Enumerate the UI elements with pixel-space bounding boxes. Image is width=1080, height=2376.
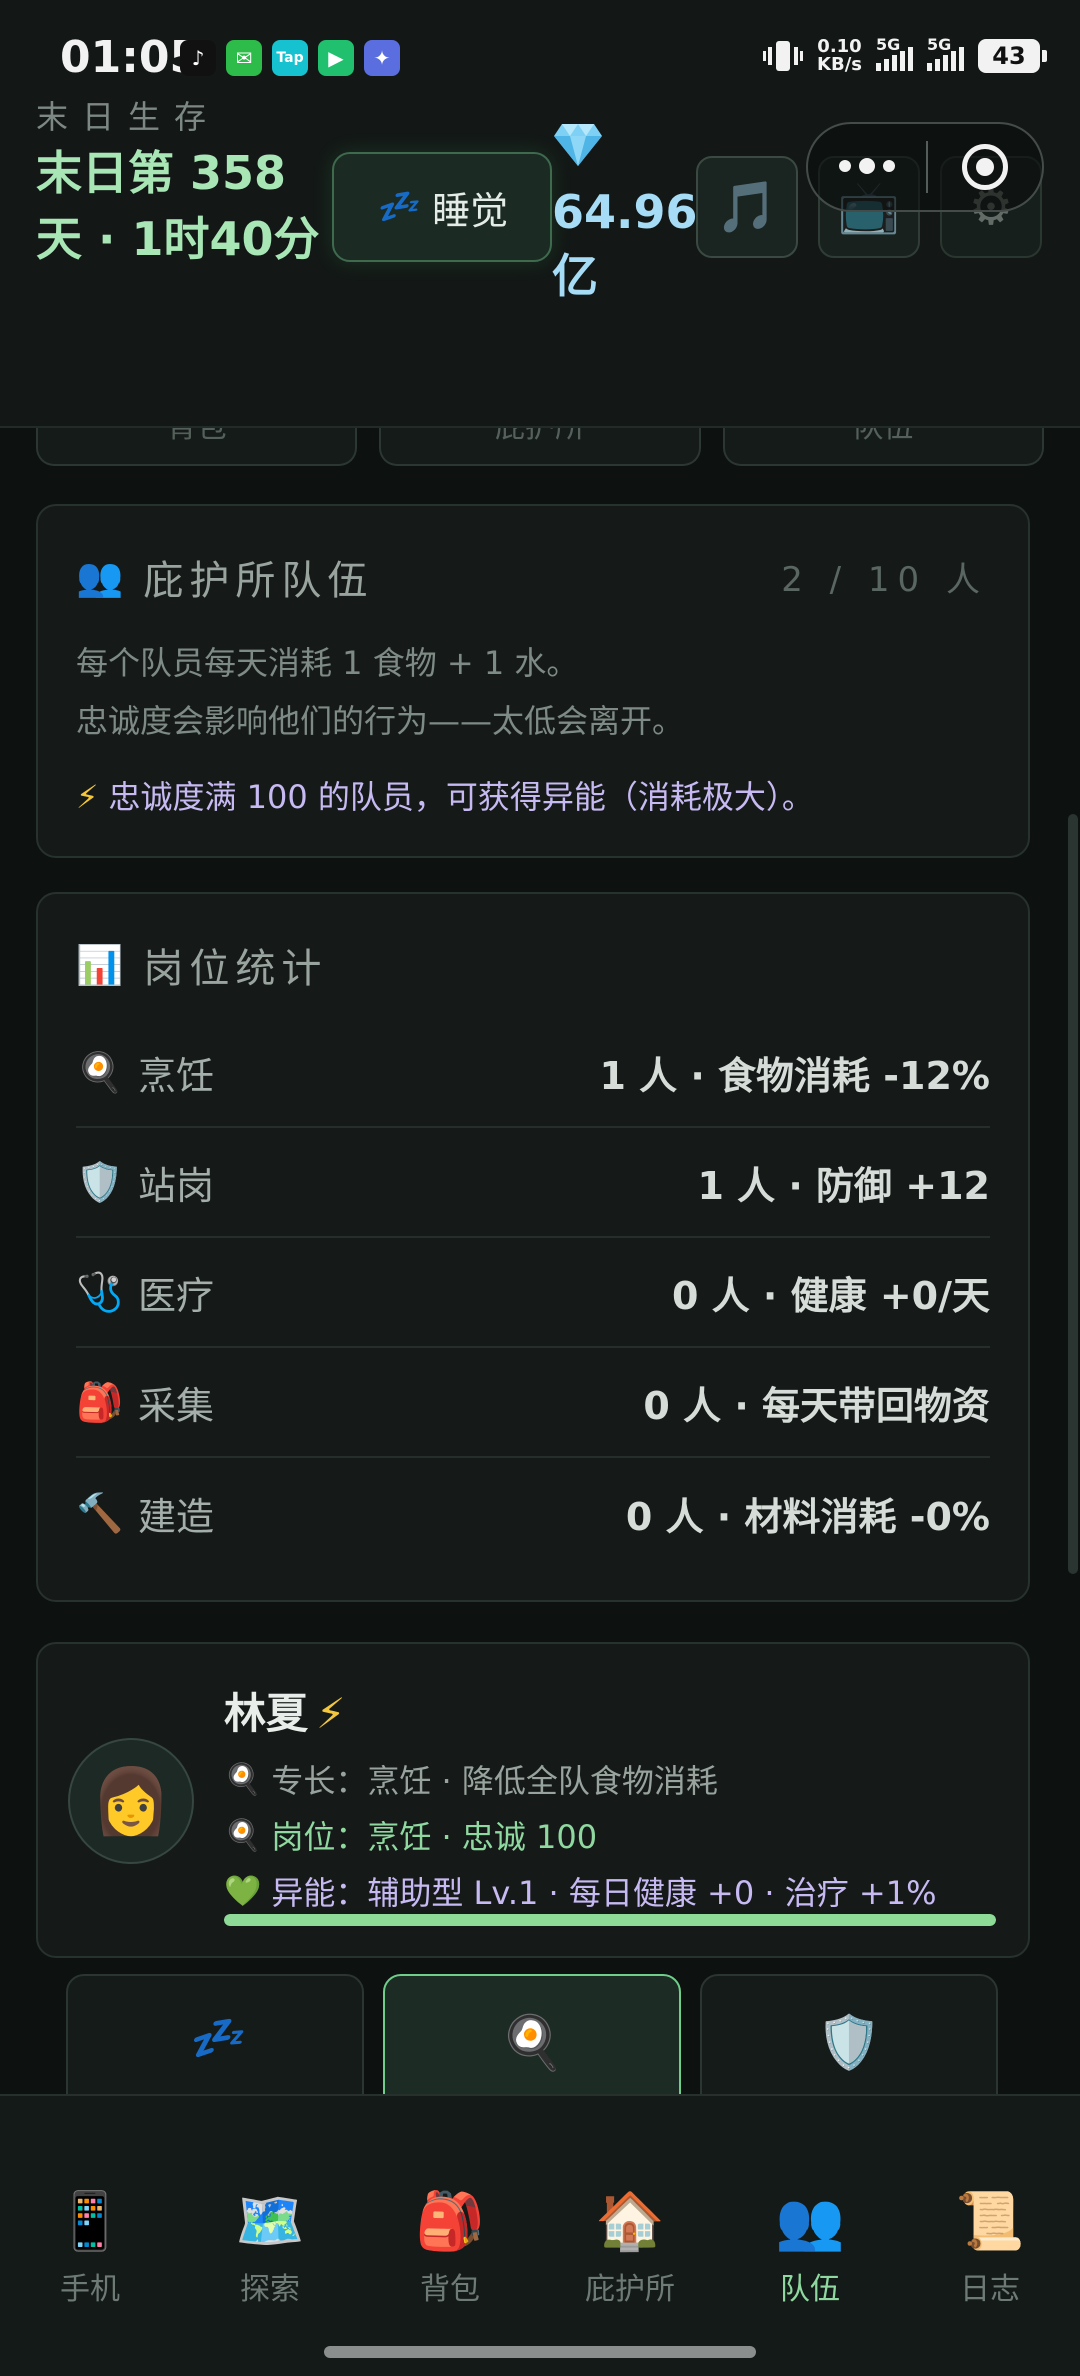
miniprogram-capsule (806, 122, 1044, 212)
sleep-button[interactable]: 💤 睡觉 (332, 152, 552, 262)
member-specialty: 🍳 专长：烹饪 · 降低全队食物消耗 (224, 1761, 718, 1801)
frying-pan-icon: 🍳 (76, 1049, 124, 1094)
position-stats-card: 📊 岗位统计 🍳 烹饪 1 人 · 食物消耗 -12% 🛡️ 站岗 1 人 · 防御… (36, 892, 1030, 1602)
stat-row-build: 🔨 建造 0 人 · 材料消耗 -0% (76, 1490, 990, 1539)
nav-team[interactable]: 👥 队伍 (720, 2188, 900, 2308)
house-icon: 🏠 (595, 2189, 665, 2254)
tab-team[interactable]: 队伍 (722, 428, 1044, 466)
green-heart-icon: 💚 (224, 1873, 262, 1909)
signal-1-icon: 5G (876, 35, 913, 71)
gem-currency: 64.96亿 (552, 120, 698, 303)
notification-app-icons: ♪ ✉ Tap ▶ ✦ (180, 40, 400, 76)
position-option-guard[interactable]: 🛡️ (700, 1974, 998, 2094)
stethoscope-icon: 🩺 (76, 1269, 124, 1314)
signal-2-icon: 5G (927, 35, 964, 71)
phone-icon: 📱 (55, 2189, 125, 2254)
map-icon: 🗺️ (235, 2189, 305, 2254)
team-icon: 👥 (775, 2189, 845, 2254)
video-app-icon: ▶ (318, 40, 354, 76)
scrollbar[interactable] (1068, 814, 1078, 1574)
sleep-zz-icon: 💤 (187, 2013, 243, 2064)
nav-phone[interactable]: 📱 手机 (0, 2188, 180, 2308)
nav-backpack[interactable]: 🎒 背包 (360, 2188, 540, 2308)
member-ability: 💚 异能：辅助型 Lv.1 · 每日健康 +0 · 治疗 +1% (224, 1873, 937, 1913)
wechat-icon: ✉ (226, 40, 262, 76)
nav-shelter[interactable]: 🏠 庇护所 (540, 2188, 720, 2308)
main-content[interactable]: 背包 庇护所 队伍 👥 庇护所队伍 2 / 10 人 每个队员每天消耗 1 食物… (0, 428, 1080, 2094)
lightning-icon: ⚡ (76, 778, 99, 816)
shield-icon: 🛡️ (76, 1159, 124, 1204)
frying-pan-icon: 🍳 (224, 1817, 262, 1853)
lightning-icon: ⚡ (316, 1689, 346, 1738)
team-card-title: 👥 庇护所队伍 (76, 554, 374, 605)
more-options-icon[interactable] (808, 158, 926, 174)
member-name: 林夏 ⚡ (224, 1689, 346, 1738)
position-option-sleep[interactable]: 💤 (66, 1974, 364, 2094)
stat-row-medical: 🩺 医疗 0 人 · 健康 +0/天 (76, 1238, 990, 1348)
music-button[interactable]: 🎵 (696, 156, 798, 258)
vibrate-icon (763, 41, 804, 71)
ability-tip: ⚡ 忠诚度满 100 的队员，可获得异能（消耗极大）。 (76, 778, 814, 816)
status-right: 0.10 KB/s 5G 5G 43 (763, 35, 1047, 75)
sleep-button-label: 睡觉 (432, 188, 509, 233)
backpack-icon: 🎒 (76, 1379, 124, 1424)
stats-card-title: 📊 岗位统计 (76, 942, 328, 993)
network-speed: 0.10 KB/s (817, 36, 862, 75)
taptap-icon: Tap (272, 40, 308, 76)
tab-backpack[interactable]: 背包 (36, 428, 358, 466)
game-app-icon: ✦ (364, 40, 400, 76)
section-tabs: 背包 庇护所 队伍 (36, 428, 1044, 466)
tiktok-icon: ♪ (180, 40, 216, 76)
team-description: 每个队员每天消耗 1 食物 + 1 水。 忠诚度会影响他们的行为——太低会离开。 (76, 644, 685, 740)
stat-row-cooking: 🍳 烹饪 1 人 · 食物消耗 -12% (76, 1018, 990, 1128)
position-option-cooking[interactable]: 🍳 (383, 1974, 681, 2094)
loyalty-progress-bar (224, 1914, 996, 1926)
stat-row-guard: 🛡️ 站岗 1 人 · 防御 +12 (76, 1128, 990, 1238)
gem-amount: 64.96亿 (552, 185, 698, 303)
battery-icon: 43 (978, 39, 1047, 73)
home-indicator[interactable] (324, 2346, 756, 2358)
member-card[interactable]: 👩 林夏 ⚡ 🍳 专长：烹饪 · 降低全队食物消耗 🍳 岗位：烹饪 · 忠诚 100 … (36, 1642, 1030, 1958)
tab-shelter[interactable]: 庇护所 (379, 428, 701, 466)
shield-icon: 🛡️ (816, 2013, 882, 2073)
hammer-icon: 🔨 (76, 1490, 124, 1535)
frying-pan-icon: 🍳 (224, 1761, 262, 1797)
close-miniprogram-icon[interactable] (928, 144, 1042, 190)
status-bar: 01:05 ♪ ✉ Tap ▶ ✦ 0.10 KB/s 5G 5G 43 (0, 0, 1080, 110)
day-counter: 末日第 358 天 · 1时40分 (36, 146, 320, 266)
backpack-icon: 🎒 (415, 2189, 485, 2254)
frying-pan-icon: 🍳 (499, 2013, 565, 2073)
member-position: 🍳 岗位：烹饪 · 忠诚 100 (224, 1817, 598, 1857)
music-note-icon: 🎵 (715, 177, 779, 236)
avatar: 👩 (68, 1738, 194, 1864)
bar-chart-icon: 📊 (76, 942, 124, 987)
team-info-card: 👥 庇护所队伍 2 / 10 人 每个队员每天消耗 1 食物 + 1 水。 忠诚… (36, 504, 1030, 858)
team-count: 2 / 10 人 (781, 560, 988, 600)
bottom-navigation: 📱 手机 🗺️ 探索 🎒 背包 🏠 庇护所 👥 队伍 📜 日志 (0, 2094, 1080, 2376)
loyalty-progress-fill (224, 1914, 996, 1926)
nav-log[interactable]: 📜 日志 (900, 2188, 1080, 2308)
stat-row-gather: 🎒 采集 0 人 · 每天带回物资 (76, 1348, 990, 1458)
diamond-icon (554, 124, 602, 166)
team-icon: 👥 (76, 554, 124, 599)
nav-explore[interactable]: 🗺️ 探索 (180, 2188, 360, 2308)
sleep-zz-icon: 💤 (375, 187, 419, 227)
scroll-icon: 📜 (955, 2189, 1025, 2254)
